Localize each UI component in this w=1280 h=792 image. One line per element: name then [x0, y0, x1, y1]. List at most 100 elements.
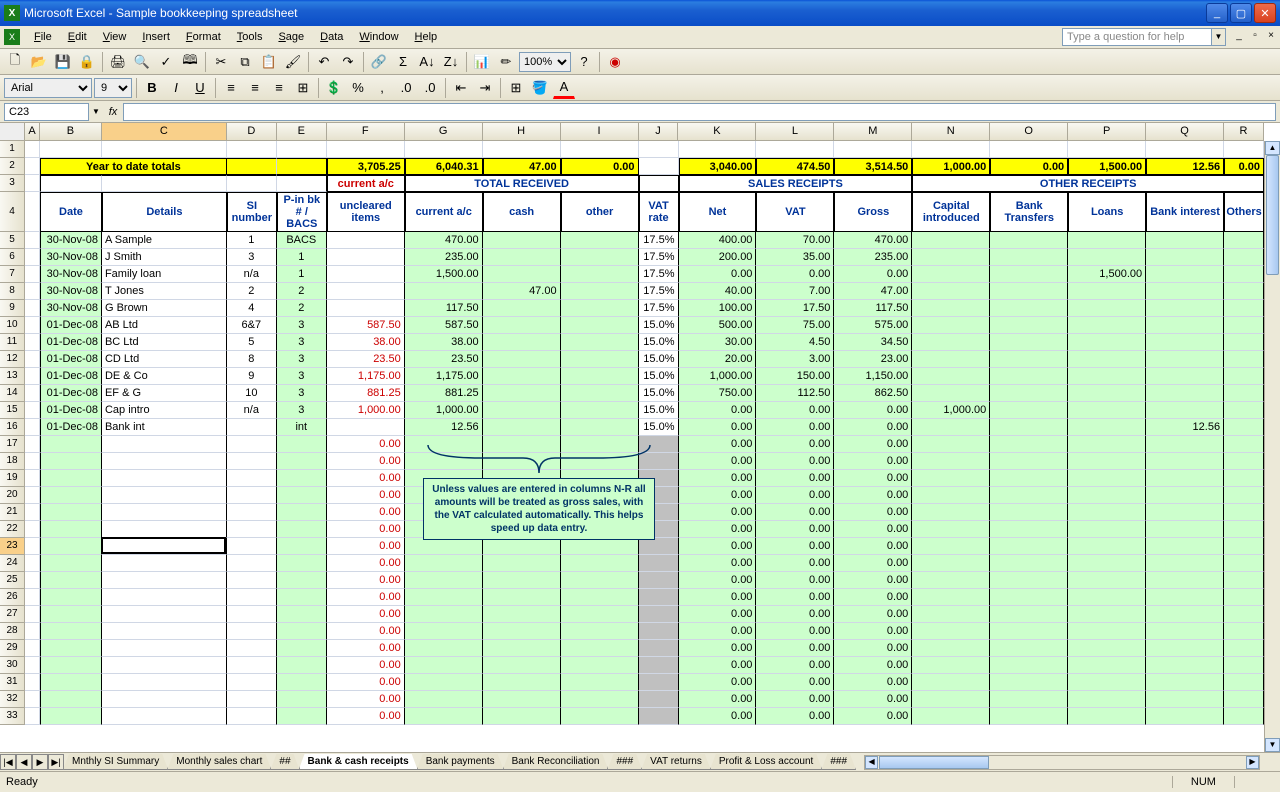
cell[interactable]: 12.56 — [1146, 158, 1224, 175]
cell[interactable] — [405, 283, 483, 300]
cell[interactable] — [277, 623, 327, 640]
cell[interactable] — [227, 708, 277, 725]
cell[interactable]: 750.00 — [679, 385, 757, 402]
cell[interactable] — [912, 555, 990, 572]
cell[interactable]: 2 — [227, 283, 277, 300]
cell[interactable] — [102, 453, 227, 470]
row-header-32[interactable]: 32 — [0, 691, 25, 708]
decrease-indent-icon[interactable]: ⇤ — [450, 77, 472, 99]
cell[interactable]: 2 — [277, 283, 327, 300]
help-dropdown-icon[interactable]: ▼ — [1212, 28, 1226, 46]
cell[interactable]: 862.50 — [834, 385, 912, 402]
cell[interactable] — [990, 266, 1068, 283]
cell[interactable]: 1,150.00 — [834, 368, 912, 385]
cell[interactable] — [25, 158, 40, 175]
cell[interactable]: Bank Transfers — [990, 192, 1068, 232]
cell[interactable] — [25, 385, 40, 402]
cell[interactable] — [639, 623, 679, 640]
cell[interactable]: 0.00 — [679, 708, 757, 725]
cell[interactable] — [1224, 249, 1264, 266]
cell[interactable] — [102, 708, 227, 725]
cell[interactable] — [483, 572, 561, 589]
cell[interactable] — [483, 266, 561, 283]
cell[interactable] — [25, 623, 40, 640]
cell[interactable] — [1068, 402, 1146, 419]
save-icon[interactable]: 💾 — [52, 51, 74, 73]
cell[interactable] — [102, 657, 227, 674]
cell[interactable]: 0.00 — [679, 640, 757, 657]
cell[interactable] — [25, 232, 40, 249]
cell[interactable] — [639, 606, 679, 623]
cell[interactable]: EF & G — [102, 385, 227, 402]
cell[interactable] — [40, 470, 102, 487]
cell[interactable]: 0.00 — [679, 266, 757, 283]
cell[interactable]: 1 — [277, 249, 327, 266]
cell[interactable]: 4 — [227, 300, 277, 317]
cell[interactable]: 1,175.00 — [405, 368, 483, 385]
cell[interactable]: 15.0% — [639, 419, 679, 436]
cell[interactable]: Year to date totals — [40, 158, 227, 175]
cell[interactable]: 12.56 — [1146, 419, 1224, 436]
minimize-button[interactable]: _ — [1206, 3, 1228, 23]
cell[interactable] — [1068, 538, 1146, 555]
cell[interactable] — [1224, 504, 1264, 521]
namebox-dropdown-icon[interactable]: ▼ — [89, 107, 103, 116]
cell[interactable]: A Sample — [102, 232, 227, 249]
cell[interactable]: T Jones — [102, 283, 227, 300]
cell[interactable] — [277, 555, 327, 572]
cell[interactable] — [990, 589, 1068, 606]
cell[interactable]: 23.00 — [834, 351, 912, 368]
cell[interactable] — [1068, 606, 1146, 623]
cell[interactable]: 0.00 — [327, 674, 405, 691]
cell[interactable] — [227, 453, 277, 470]
cell[interactable] — [102, 504, 227, 521]
cell[interactable] — [483, 249, 561, 266]
cell[interactable]: 01-Dec-08 — [40, 317, 102, 334]
cell[interactable] — [912, 385, 990, 402]
fill-color-icon[interactable]: 🪣 — [529, 77, 551, 99]
cell[interactable]: 0.00 — [756, 487, 834, 504]
row-header-27[interactable]: 27 — [0, 606, 25, 623]
cell[interactable]: 200.00 — [679, 249, 757, 266]
cell[interactable] — [639, 708, 679, 725]
cell[interactable]: 0.00 — [756, 640, 834, 657]
currency-icon[interactable]: 💲 — [323, 77, 345, 99]
cell[interactable]: 0.00 — [327, 572, 405, 589]
cell[interactable]: 4.50 — [756, 334, 834, 351]
cell[interactable]: 30-Nov-08 — [40, 283, 102, 300]
cell[interactable] — [912, 317, 990, 334]
cell[interactable]: 23.50 — [405, 351, 483, 368]
cell[interactable] — [1146, 300, 1224, 317]
cell[interactable] — [40, 521, 102, 538]
scroll-left-icon[interactable]: ◀ — [865, 756, 878, 769]
cell[interactable] — [40, 640, 102, 657]
cell[interactable]: 0.00 — [327, 640, 405, 657]
doc-minimize-button[interactable]: _ — [1232, 30, 1246, 44]
cell[interactable]: 3 — [227, 249, 277, 266]
cell[interactable] — [1146, 589, 1224, 606]
cell[interactable]: Cap intro — [102, 402, 227, 419]
cell[interactable] — [227, 538, 277, 555]
cell[interactable]: n/a — [227, 266, 277, 283]
scroll-thumb[interactable] — [1266, 155, 1279, 275]
cell[interactable] — [40, 572, 102, 589]
row-header-10[interactable]: 10 — [0, 317, 25, 334]
cell[interactable]: 0.00 — [679, 623, 757, 640]
cell[interactable]: 0.00 — [990, 158, 1068, 175]
cell[interactable] — [912, 657, 990, 674]
cell[interactable]: 1,500.00 — [1068, 158, 1146, 175]
cell[interactable] — [990, 402, 1068, 419]
cell[interactable] — [561, 419, 639, 436]
cell[interactable] — [1146, 453, 1224, 470]
cell[interactable]: VAT rate — [639, 192, 679, 232]
cell[interactable] — [990, 674, 1068, 691]
col-header-K[interactable]: K — [678, 123, 756, 141]
cell[interactable]: 0.00 — [327, 691, 405, 708]
cell[interactable] — [561, 317, 639, 334]
scroll-right-icon[interactable]: ▶ — [1246, 756, 1259, 769]
cell[interactable]: 470.00 — [405, 232, 483, 249]
print-icon[interactable]: 🖨 — [107, 51, 129, 73]
cell[interactable] — [25, 589, 40, 606]
cell[interactable]: 1,000.00 — [912, 158, 990, 175]
cell[interactable] — [990, 300, 1068, 317]
